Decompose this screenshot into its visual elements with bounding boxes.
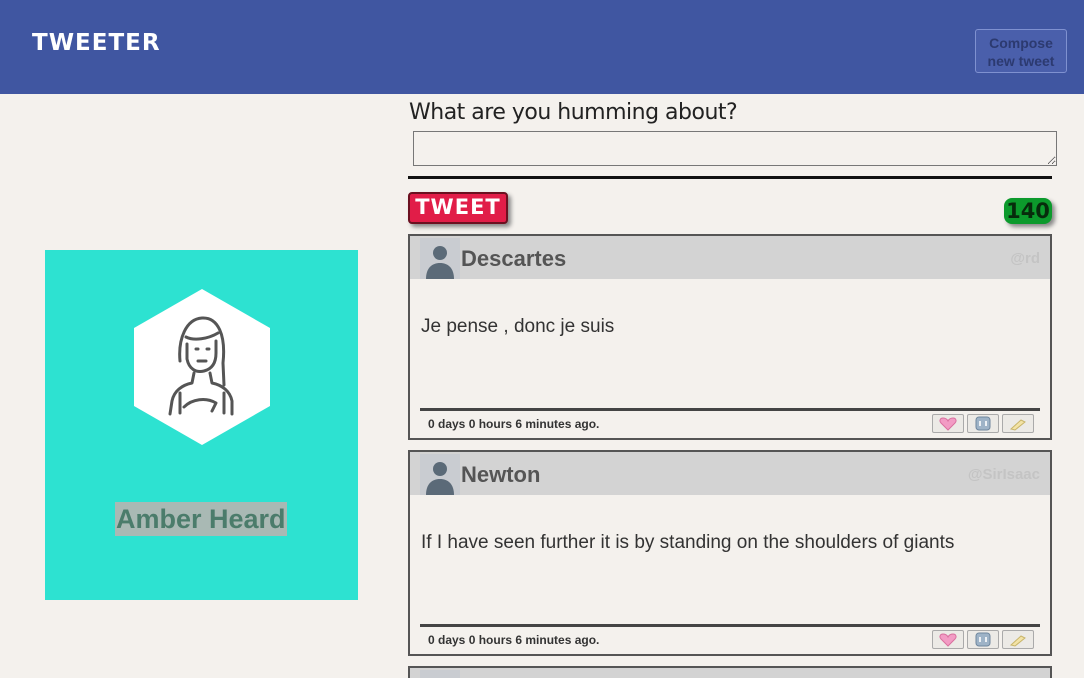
- retweet-button[interactable]: [967, 414, 999, 433]
- user-avatar-icon: [420, 238, 460, 279]
- retweet-button[interactable]: [967, 630, 999, 649]
- flag-button[interactable]: [1002, 630, 1034, 649]
- flag-icon: [1009, 418, 1026, 431]
- tweet-timestamp: 0 days 0 hours 6 minutes ago.: [428, 633, 600, 647]
- tweet-content: If I have seen further it is by standing…: [421, 532, 955, 553]
- compose-prompt: What are you humming about?: [409, 100, 738, 125]
- woman-avatar-icon: [134, 289, 270, 445]
- retweet-icon: [975, 416, 991, 431]
- tweet-header: [410, 668, 1050, 678]
- heart-icon: [939, 416, 957, 431]
- profile-name: Amber Heard: [115, 502, 287, 536]
- tweet-header: Newton @SirIsaac: [410, 452, 1050, 495]
- tweet-input[interactable]: [413, 131, 1057, 166]
- tweet-handle: @SirIsaac: [967, 466, 1040, 483]
- compose-new-tweet-button[interactable]: Compose new tweet: [975, 29, 1067, 73]
- tweet-timestamp: 0 days 0 hours 6 minutes ago.: [428, 417, 600, 431]
- tweet-button[interactable]: TWEET: [408, 192, 508, 224]
- compose-label-line2: new tweet: [987, 53, 1055, 69]
- avatar-hexagon: [134, 289, 270, 445]
- tweet-author: Descartes: [461, 246, 567, 271]
- tweet-author: Newton: [461, 462, 541, 487]
- tweet-actions: [932, 414, 1034, 433]
- tweet-footer-divider: [420, 624, 1040, 627]
- tweet-header: Descartes @rd: [410, 236, 1050, 279]
- tweet-card: Descartes @rd Je pense , donc je suis 0 …: [408, 234, 1052, 440]
- retweet-icon: [975, 632, 991, 647]
- compose-divider: [408, 176, 1052, 179]
- flag-icon: [1009, 634, 1026, 647]
- brand-logo[interactable]: TWEETER: [32, 30, 161, 56]
- tweet-footer-divider: [420, 408, 1040, 411]
- tweet-content: Je pense , donc je suis: [421, 316, 615, 337]
- navbar: TWEETER Compose new tweet: [0, 0, 1084, 94]
- flag-button[interactable]: [1002, 414, 1034, 433]
- user-avatar-icon: [420, 454, 460, 495]
- tweet-card: [408, 666, 1052, 678]
- user-avatar-icon: [420, 670, 460, 678]
- like-button[interactable]: [932, 630, 964, 649]
- tweet-actions: [932, 630, 1034, 649]
- tweet-handle: @rd: [1010, 250, 1040, 267]
- tweet-card: Newton @SirIsaac If I have seen further …: [408, 450, 1052, 656]
- character-counter: 140: [1004, 198, 1052, 224]
- profile-card: Amber Heard: [45, 250, 358, 600]
- heart-icon: [939, 632, 957, 647]
- like-button[interactable]: [932, 414, 964, 433]
- compose-label-line1: Compose: [989, 35, 1053, 51]
